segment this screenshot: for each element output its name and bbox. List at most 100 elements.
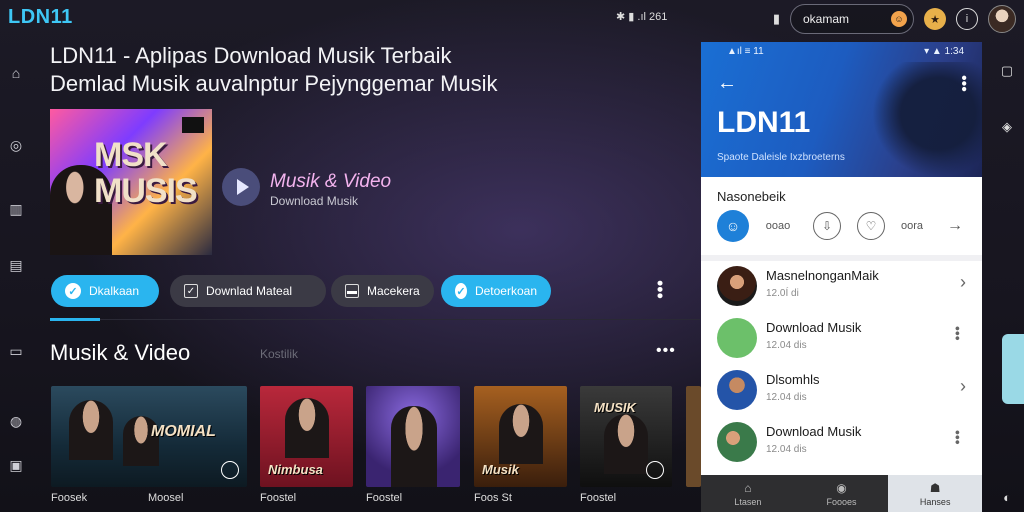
phone-status-left: ▲ıl ≡ 11 (727, 46, 764, 57)
play-icon[interactable] (221, 461, 239, 479)
chip-label: Downlad Mateal (206, 284, 293, 298)
media-tile[interactable]: MUSIK (580, 386, 672, 487)
check-icon: ✓ (65, 283, 81, 299)
section-tag[interactable]: Kostilik (260, 347, 298, 361)
media-tile[interactable] (366, 386, 460, 487)
side-panel-tab[interactable] (1002, 334, 1024, 404)
row-title: Download Musik (766, 320, 862, 335)
phone-header: ▲ıl ≡ 11 ▾ ▲ 1:34 ← ••• LDN11 Spaote Dal… (701, 42, 982, 177)
stats-icon[interactable]: ▭ (7, 342, 25, 360)
nav-label: Foooes (826, 496, 857, 507)
row-avatar (717, 422, 757, 462)
tile-caption: Foos St (474, 492, 512, 504)
info-icon[interactable]: i (956, 8, 978, 30)
tile-artist (285, 398, 329, 458)
media-tile[interactable] (686, 386, 701, 487)
emoji-icon[interactable]: ☺ (891, 11, 907, 27)
play-icon[interactable] (646, 461, 664, 479)
row-title: MasnelnonganMaik (766, 268, 879, 283)
user-icon[interactable]: ◐ (996, 486, 1018, 508)
media-tile[interactable]: Musik (474, 386, 567, 487)
phone-title: LDN11 (717, 106, 811, 139)
nav-label: Ltasen (734, 496, 762, 507)
share-icon[interactable]: ☺ (717, 210, 749, 242)
more-vert-icon[interactable]: ••• (950, 430, 966, 445)
tile-text: MUSIK (594, 400, 636, 415)
image-icon: ▬ (345, 284, 359, 298)
status-bar: ✱ ▮ .ıl 261 (616, 10, 667, 23)
window-icon[interactable]: ▢ (996, 60, 1018, 82)
more-vert-icon[interactable]: ••• (955, 75, 972, 92)
avatar[interactable] (988, 5, 1016, 33)
tile-text: Musik (482, 462, 519, 477)
row-meta: 12.04 dis (766, 392, 807, 403)
tile-artist (604, 414, 648, 474)
chip-label: Dkalkaan (89, 284, 140, 298)
media-tile[interactable]: MOMIAL (51, 386, 247, 487)
row-avatar (717, 318, 757, 358)
nav-item-discover[interactable]: ◉ Foooes (795, 475, 889, 512)
rewards-icon[interactable]: ★ (924, 8, 946, 30)
phone-action-bar: ☺ ooao ⇩ ♡ oora → (717, 210, 967, 242)
globe-icon[interactable]: ◍ (7, 412, 25, 430)
inbox-icon[interactable]: ▤ (7, 256, 25, 274)
nav-item-home[interactable]: ⌂ Ltasen (701, 475, 795, 512)
list-item[interactable]: Download Musik 12.04 dis ••• (701, 312, 982, 364)
status-text: ✱ ▮ .ıl 261 (616, 11, 668, 23)
forward-arrow-icon[interactable]: → (943, 210, 967, 242)
back-arrow-icon[interactable]: ← (717, 72, 737, 95)
album-cover[interactable]: MSK MUSIS (50, 109, 212, 255)
phone-section-label: Nasonebeik (717, 189, 786, 204)
phone-panel: ▲ıl ≡ 11 ▾ ▲ 1:34 ← ••• LDN11 Spaote Dal… (701, 42, 982, 512)
phone-subtitle: Spaote Daleisle Ixzbroeterns (717, 152, 845, 163)
tile-artist (499, 404, 543, 464)
download-icon[interactable]: ⇩ (813, 212, 841, 240)
row-title: Download Musik (766, 424, 862, 439)
like-icon[interactable]: ♡ (857, 212, 885, 240)
list-item[interactable]: Download Musik 12.04 dis ••• (701, 416, 982, 468)
tile-artist (391, 406, 437, 487)
search-value: okamam (803, 12, 850, 26)
tile-caption: Foostel (366, 492, 403, 504)
tile-caption: Foostel (260, 492, 297, 504)
chip-label: Detoerkoan (474, 284, 537, 298)
search-input[interactable]: okamam ☺ (790, 4, 914, 34)
page-title-line2: Demlad Musik auvalnptur Pejynggemar Musi… (50, 71, 498, 96)
hero-subtitle: Musik & Video (270, 171, 392, 192)
row-meta: 12.0Í di (766, 288, 799, 299)
chip-detoerkoan[interactable]: ✓ Detoerkoan (441, 275, 551, 307)
media-tile[interactable]: Nimbusa (260, 386, 353, 487)
check-icon: ✓ (455, 283, 467, 299)
divider (50, 319, 700, 320)
list-item[interactable]: Dlsomhls 12.04 dis › (701, 364, 982, 416)
cover-badge (182, 117, 204, 133)
left-rail: ⌂ ◎ ▥ ▤ ▭ ◍ ▣ (0, 54, 32, 512)
bookmark-icon[interactable]: ▮ (773, 11, 780, 27)
tile-text: MOMIAL (151, 423, 216, 440)
more-vert-icon[interactable]: ••• (950, 326, 966, 341)
chip-macekera[interactable]: ▬ Macekera (331, 275, 434, 307)
play-button[interactable] (222, 168, 260, 206)
chip-dkalkaan[interactable]: ✓ Dkalkaan (51, 275, 159, 307)
nav-item-profile[interactable]: ☗ Hanses (888, 475, 982, 512)
top-right-controls: ▮ okamam ☺ ★ i (773, 4, 1016, 34)
chip-download[interactable]: ✓ Downlad Mateal (170, 275, 326, 307)
chevron-right-icon[interactable]: › (960, 376, 966, 397)
library-icon[interactable]: ▥ (7, 200, 25, 218)
row-avatar (717, 266, 757, 306)
phone-bottom-nav: ⌂ Ltasen ◉ Foooes ☗ Hanses (701, 475, 982, 512)
tile-text: Nimbusa (268, 462, 323, 477)
explore-icon[interactable]: ◎ (7, 136, 25, 154)
tag-icon[interactable]: ◈ (996, 116, 1018, 138)
list-item[interactable]: MasnelnonganMaik 12.0Í di › (701, 260, 982, 312)
settings-icon[interactable]: ▣ (7, 456, 25, 474)
section-more-icon[interactable]: ••• (656, 342, 676, 360)
section-title: Musik & Video (50, 340, 191, 365)
home-icon[interactable]: ⌂ (7, 64, 25, 82)
more-options-icon[interactable]: ••• (650, 280, 670, 299)
chevron-right-icon[interactable]: › (960, 272, 966, 293)
action-label[interactable]: oora (897, 210, 927, 242)
row-meta: 12.04 dis (766, 340, 807, 351)
action-label[interactable]: ooao (763, 210, 793, 242)
app-title: LDN11 (8, 6, 73, 28)
